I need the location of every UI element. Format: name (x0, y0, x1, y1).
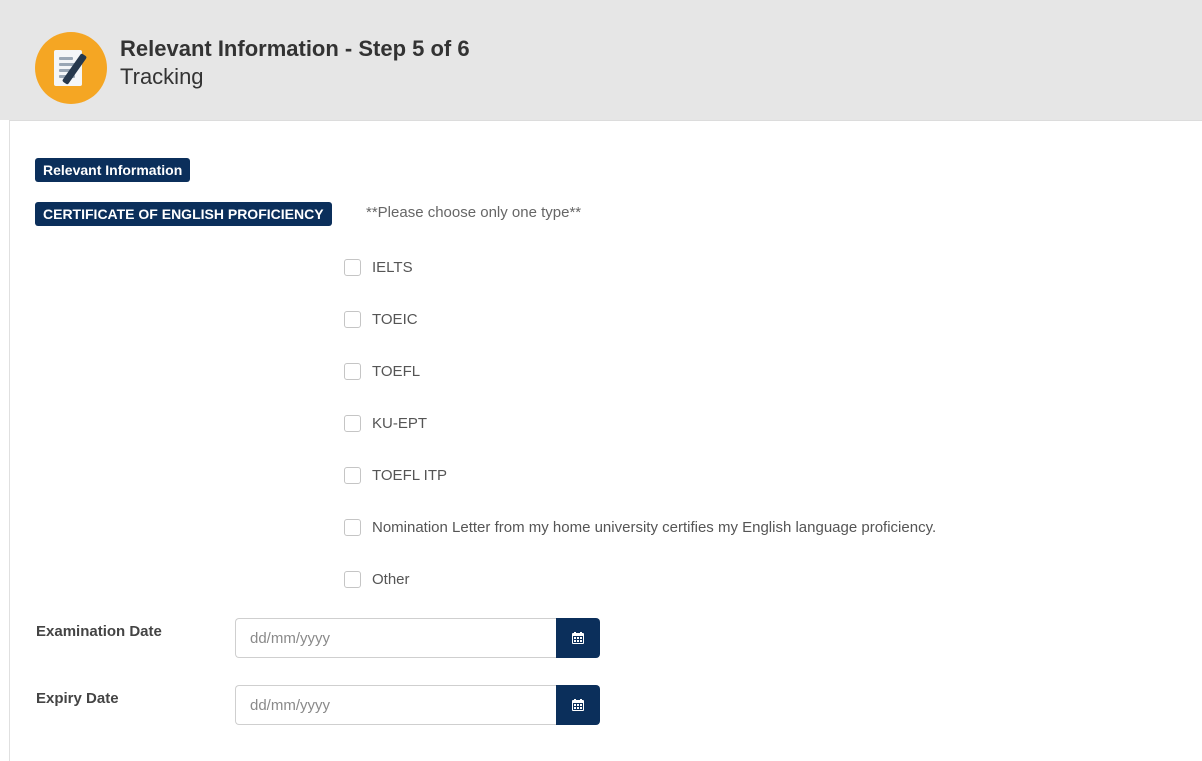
section-badge-relevant-information: Relevant Information (35, 158, 191, 182)
expiry-date-label: Expiry Date (36, 690, 119, 707)
section-badge-certificate: CERTIFICATE OF ENGLISH PROFICIENCY (35, 202, 332, 226)
option-label: Nomination Letter from my home universit… (372, 518, 937, 536)
document-edit-icon (35, 32, 107, 104)
doc-line (59, 57, 73, 60)
nomination-letter-checkbox[interactable] (344, 518, 361, 536)
calendar-icon (572, 699, 584, 711)
ku-ept-checkbox[interactable] (344, 414, 361, 432)
other-checkbox[interactable] (344, 570, 361, 588)
option-label: KU-EPT (372, 414, 428, 432)
examination-date-calendar-button[interactable] (556, 618, 600, 658)
option-ielts[interactable]: IELTS (344, 257, 413, 277)
option-other[interactable]: Other (344, 569, 410, 589)
option-label: Other (372, 570, 410, 588)
expiry-date-input[interactable] (235, 685, 557, 725)
option-label: TOEFL ITP (372, 466, 448, 484)
choose-one-note: **Please choose only one type** (366, 204, 582, 221)
option-toefl-itp[interactable]: TOEFL ITP (344, 465, 447, 485)
page-subtitle: Tracking (120, 64, 204, 89)
toefl-checkbox[interactable] (344, 362, 361, 380)
examination-date-input[interactable] (235, 618, 557, 658)
expiry-date-calendar-button[interactable] (556, 685, 600, 725)
examination-date-label: Examination Date (36, 623, 162, 640)
toeic-checkbox[interactable] (344, 310, 361, 328)
option-nomination-letter[interactable]: Nomination Letter from my home universit… (344, 517, 936, 537)
page-title: Relevant Information - Step 5 of 6 (120, 36, 470, 61)
option-toeic[interactable]: TOEIC (344, 309, 418, 329)
option-label: IELTS (372, 258, 413, 276)
ielts-checkbox[interactable] (344, 258, 361, 276)
option-ku-ept[interactable]: KU-EPT (344, 413, 427, 433)
page-header: Relevant Information - Step 5 of 6 Track… (0, 0, 1202, 120)
option-toefl[interactable]: TOEFL (344, 361, 420, 381)
option-label: TOEFL (372, 362, 421, 380)
option-label: TOEIC (372, 310, 418, 328)
calendar-icon (572, 632, 584, 644)
toefl-itp-checkbox[interactable] (344, 466, 361, 484)
